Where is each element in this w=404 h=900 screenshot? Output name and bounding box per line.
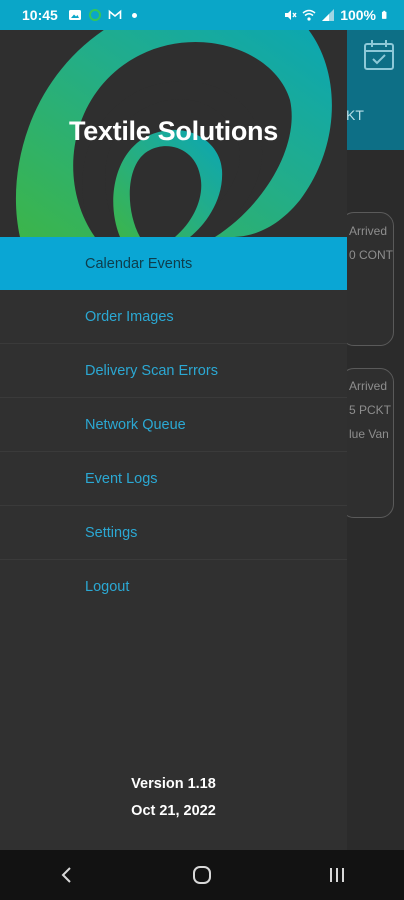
- back-icon: [61, 867, 72, 883]
- home-icon: [192, 866, 211, 884]
- navigation-drawer: Textile Solutions Calendar Events Order …: [0, 30, 347, 850]
- build-date: Oct 21, 2022: [131, 803, 216, 819]
- status-left: 10:45: [22, 7, 137, 23]
- card-text: 5 PCKT: [349, 403, 392, 417]
- drawer-header: Textile Solutions: [0, 30, 347, 237]
- mail-icon: [108, 9, 122, 19]
- menu-item-delivery-scan-errors[interactable]: Delivery Scan Errors: [0, 344, 347, 398]
- status-time: 10:45: [22, 7, 58, 23]
- battery-icon: [381, 10, 387, 19]
- status-bar: 10:45 100%: [0, 0, 404, 30]
- card-text: Arrived: [349, 379, 388, 393]
- drawer-menu: Calendar Events Order Images Delivery Sc…: [0, 237, 347, 614]
- card-text: lue Van: [349, 427, 389, 441]
- card-text: 0 CONT: [349, 248, 394, 262]
- menu-item-settings[interactable]: Settings: [0, 506, 347, 560]
- notification-dot-icon: [131, 12, 137, 18]
- app-title: Textile Solutions: [69, 116, 278, 146]
- recents-icon: [329, 868, 344, 882]
- battery-percentage: 100%: [340, 7, 376, 23]
- event-card[interactable]: Arrived 5 PCKT lue Van: [340, 368, 394, 518]
- menu-item-event-logs[interactable]: Event Logs: [0, 452, 347, 506]
- tab-fragment[interactable]: KT: [346, 107, 364, 123]
- system-nav-bar: [0, 850, 404, 900]
- recents-button[interactable]: [317, 855, 357, 895]
- calendar-check-icon[interactable]: [362, 38, 396, 72]
- mute-icon: [285, 10, 297, 20]
- menu-item-calendar-events[interactable]: Calendar Events: [0, 237, 347, 290]
- version-info: Version 1.18 Oct 21, 2022: [0, 776, 347, 830]
- back-button[interactable]: [47, 855, 87, 895]
- menu-item-logout[interactable]: Logout: [0, 560, 347, 614]
- home-button[interactable]: [182, 855, 222, 895]
- photo-icon: [68, 10, 81, 20]
- menu-item-network-queue[interactable]: Network Queue: [0, 398, 347, 452]
- chat-icon: [88, 9, 101, 21]
- menu-item-order-images[interactable]: Order Images: [0, 290, 347, 344]
- status-right: 100%: [283, 7, 390, 23]
- wifi-icon: [302, 9, 316, 21]
- signal-icon: [322, 9, 335, 21]
- version-label: Version 1.18: [131, 776, 216, 792]
- event-card[interactable]: Arrived 0 CONT: [340, 212, 394, 346]
- card-text: Arrived: [349, 224, 388, 238]
